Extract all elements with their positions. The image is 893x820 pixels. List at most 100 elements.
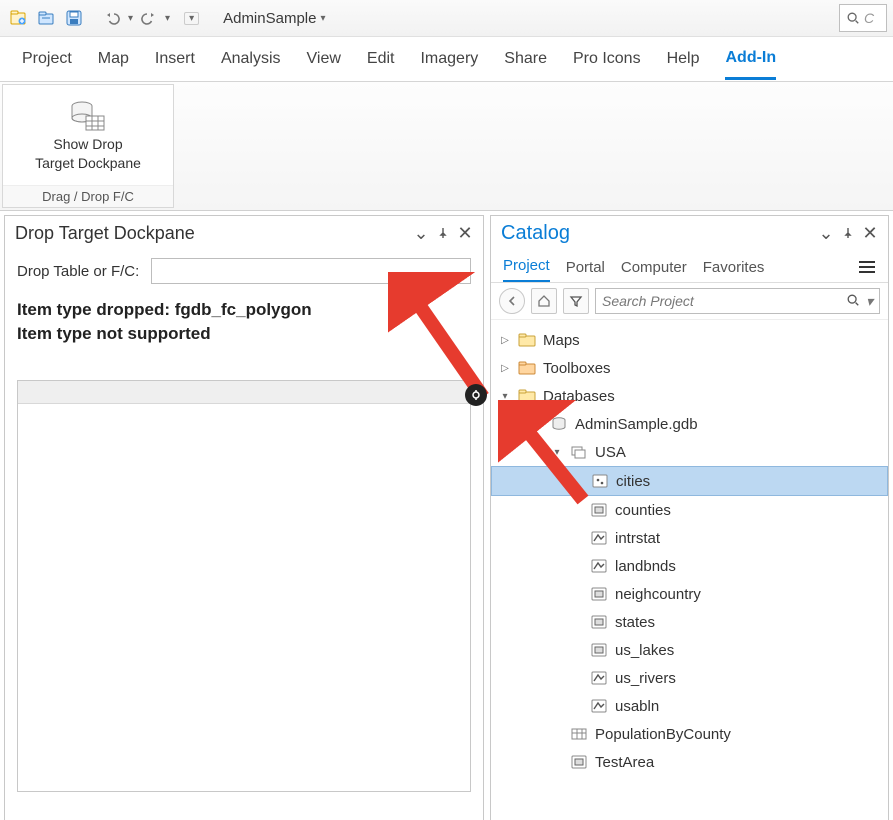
status-line-1: Item type dropped: fgdb_fc_polygon	[17, 298, 471, 322]
chevron-down-icon[interactable]: ▾	[866, 293, 873, 310]
tree-node-us-rivers[interactable]: us_rivers	[491, 664, 888, 692]
back-icon[interactable]	[499, 288, 525, 314]
tree-node-neighcountry[interactable]: neighcountry	[491, 580, 888, 608]
pin-icon[interactable]	[435, 225, 451, 241]
new-project-icon[interactable]	[6, 6, 30, 30]
redo-dropdown-icon[interactable]: ▾	[165, 13, 170, 24]
tree-label: us_lakes	[615, 642, 880, 659]
tree-node-counties[interactable]: counties	[491, 496, 888, 524]
tree-node-populationbycounty[interactable]: PopulationByCounty	[491, 720, 888, 748]
expand-icon[interactable]: ▷	[499, 335, 511, 346]
tree-label: AdminSample.gdb	[575, 416, 880, 433]
tree-node-landbnds[interactable]: landbnds	[491, 552, 888, 580]
tab-insert[interactable]: Insert	[155, 40, 195, 78]
catalog-tab-portal[interactable]: Portal	[566, 259, 605, 282]
status-line-2: Item type not supported	[17, 322, 471, 346]
tab-help[interactable]: Help	[667, 40, 700, 78]
collapse-icon[interactable]: ▾	[531, 419, 543, 430]
tree-label: Maps	[543, 332, 880, 349]
catalog-tab-computer[interactable]: Computer	[621, 259, 687, 282]
ribbon-group-drag-drop: Show Drop Target Dockpane Drag / Drop F/…	[2, 84, 174, 208]
grid-header	[18, 381, 470, 404]
chevron-down-icon: ▾	[320, 13, 325, 24]
tab-analysis[interactable]: Analysis	[221, 40, 281, 78]
catalog-tabstrip: Project Portal Computer Favorites	[491, 250, 888, 283]
quick-access-toolbar: ▾ ▾ ▾ AdminSample ▾ C	[0, 0, 893, 37]
tab-map[interactable]: Map	[98, 40, 129, 78]
tree-node-databases[interactable]: ▾ Databases	[491, 382, 888, 410]
tree-node-states[interactable]: states	[491, 608, 888, 636]
pin-icon[interactable]	[840, 225, 856, 241]
pane-options-icon[interactable]: ⌄	[413, 225, 429, 241]
undo-dropdown-icon[interactable]: ▾	[128, 13, 133, 24]
catalog-menu-icon[interactable]	[858, 260, 876, 282]
polygon-fc-icon	[589, 502, 609, 518]
tab-imagery[interactable]: Imagery	[420, 40, 478, 78]
search-icon	[846, 11, 860, 25]
drop-input-label: Drop Table or F/C:	[17, 263, 139, 280]
dock-area: Drop Target Dockpane ⌄ ✕ Drop Table or F…	[0, 211, 893, 820]
catalog-toolbar: Search Project ▾	[491, 283, 888, 320]
qat-customize-icon[interactable]: ▾	[184, 12, 199, 25]
folder-databases-icon	[517, 388, 537, 404]
folder-maps-icon	[517, 332, 537, 348]
line-fc-icon	[589, 558, 609, 574]
open-project-icon[interactable]	[34, 6, 58, 30]
point-fc-icon	[590, 473, 610, 489]
tree-label: Databases	[543, 388, 880, 405]
table-icon	[569, 726, 589, 742]
undo-icon[interactable]	[100, 6, 124, 30]
collapse-icon[interactable]: ▾	[499, 391, 511, 402]
tree-node-gdb[interactable]: ▾ AdminSample.gdb	[491, 410, 888, 438]
collapse-icon[interactable]: ▾	[551, 447, 563, 458]
tab-pro-icons[interactable]: Pro Icons	[573, 40, 641, 78]
ribbon-group-title: Drag / Drop F/C	[3, 185, 173, 207]
line-fc-icon	[589, 698, 609, 714]
drop-target-dockpane: Drop Target Dockpane ⌄ ✕ Drop Table or F…	[4, 215, 484, 820]
show-drop-target-dockpane-button[interactable]: Show Drop Target Dockpane	[3, 85, 173, 185]
tree-node-usabln[interactable]: usabln	[491, 692, 888, 720]
folder-toolboxes-icon	[517, 360, 537, 376]
tab-share[interactable]: Share	[504, 40, 547, 78]
tab-add-in[interactable]: Add-In	[725, 39, 776, 80]
close-icon[interactable]: ✕	[457, 225, 473, 241]
drop-pane-header: Drop Target Dockpane ⌄ ✕	[5, 216, 483, 250]
tab-edit[interactable]: Edit	[367, 40, 395, 78]
tree-node-cities[interactable]: cities	[491, 466, 888, 496]
close-icon[interactable]: ✕	[862, 225, 878, 241]
save-project-icon[interactable]	[62, 6, 86, 30]
geodatabase-icon	[549, 416, 569, 432]
project-name-label: AdminSample	[223, 10, 316, 27]
tree-label: us_rivers	[615, 670, 880, 687]
tree-node-toolboxes[interactable]: ▷ Toolboxes	[491, 354, 888, 382]
catalog-tree: ▷ Maps ▷ Toolboxes ▾ Databases	[491, 320, 888, 820]
expand-icon[interactable]: ▷	[499, 363, 511, 374]
geodatabase-table-icon	[68, 98, 108, 134]
tab-project[interactable]: Project	[22, 40, 72, 78]
filter-icon[interactable]	[563, 288, 589, 314]
tree-node-intrstat[interactable]: intrstat	[491, 524, 888, 552]
tree-node-testarea[interactable]: TestArea	[491, 748, 888, 776]
drop-pane-title: Drop Target Dockpane	[15, 223, 407, 244]
drop-result-grid	[17, 380, 471, 792]
catalog-tab-project[interactable]: Project	[503, 257, 550, 282]
tree-label: states	[615, 614, 880, 631]
tree-label: USA	[595, 444, 880, 461]
catalog-tab-favorites[interactable]: Favorites	[703, 259, 765, 282]
tree-node-dataset[interactable]: ▾ USA	[491, 438, 888, 466]
home-icon[interactable]	[531, 288, 557, 314]
catalog-search-input[interactable]: Search Project ▾	[595, 288, 880, 314]
project-name-dropdown[interactable]: AdminSample ▾	[223, 10, 325, 27]
pane-options-icon[interactable]: ⌄	[818, 225, 834, 241]
tree-node-maps[interactable]: ▷ Maps	[491, 326, 888, 354]
polygon-fc-icon	[569, 754, 589, 770]
drop-input[interactable]	[151, 258, 471, 284]
command-search-box[interactable]: C	[839, 4, 887, 32]
tree-node-us-lakes[interactable]: us_lakes	[491, 636, 888, 664]
tree-label: counties	[615, 502, 880, 519]
redo-icon[interactable]	[137, 6, 161, 30]
catalog-pane: Catalog ⌄ ✕ Project Portal Computer Favo…	[490, 215, 889, 820]
ribbon-button-line2: Target Dockpane	[35, 155, 141, 172]
tab-view[interactable]: View	[307, 40, 341, 78]
polygon-fc-icon	[589, 586, 609, 602]
